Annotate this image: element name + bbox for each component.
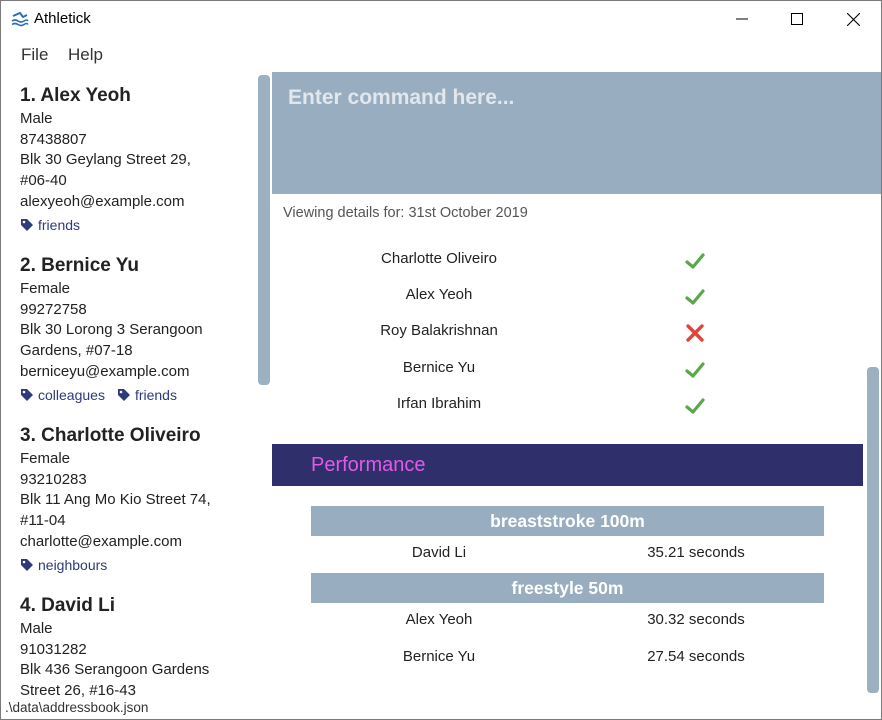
status-bar: .\data\addressbook.json bbox=[1, 698, 881, 719]
performance-title: Performance bbox=[311, 454, 426, 476]
person-address-line2: Street 26, #16-43 bbox=[20, 682, 136, 697]
attendance-row: Bernice Yu bbox=[272, 354, 862, 384]
attendance-name: Irfan Ibrahim bbox=[396, 395, 482, 412]
close-icon bbox=[846, 12, 860, 26]
viewing-details-label: Viewing details for: 31st October 2019 bbox=[283, 205, 528, 221]
person-gender: Male bbox=[20, 110, 53, 127]
result-time: 30.32 seconds bbox=[647, 611, 745, 628]
menu-file[interactable]: File bbox=[21, 45, 48, 65]
person-address-line1: Blk 436 Serangoon Gardens bbox=[20, 661, 210, 679]
command-input[interactable]: Enter command here... bbox=[288, 86, 514, 110]
attendance-row: Irfan Ibrahim bbox=[272, 390, 862, 420]
person-phone: 93210283 bbox=[20, 470, 87, 488]
window-title: Athletick bbox=[34, 10, 91, 27]
tag-icon bbox=[21, 558, 33, 571]
app-window: Athletick File Help 1. Alex Yeoh Male 87… bbox=[0, 0, 882, 720]
tag: friends bbox=[20, 217, 80, 233]
tag-icon bbox=[117, 388, 130, 401]
tag-icon bbox=[21, 388, 33, 401]
tag-label: neighbours bbox=[38, 556, 108, 573]
person-list[interactable]: 1. Alex Yeoh Male 87438807 Blk 30 Geylan… bbox=[1, 73, 256, 697]
result-time: 27.54 seconds bbox=[647, 648, 745, 665]
person-address-line2: Gardens, #07-18 bbox=[20, 342, 133, 360]
attendance-row: Charlotte Oliveiro bbox=[272, 245, 862, 275]
result-name: Bernice Yu bbox=[402, 648, 476, 665]
check-icon bbox=[685, 362, 705, 378]
minimize-icon bbox=[736, 18, 748, 20]
person-card[interactable]: 2. Bernice Yu Female 99272758 Blk 30 Lor… bbox=[20, 253, 250, 404]
result-row: David Li 35.21 seconds bbox=[272, 539, 862, 569]
person-tags: colleagues friends bbox=[20, 386, 250, 404]
person-gender: Female bbox=[20, 450, 71, 467]
person-card[interactable]: 3. Charlotte Oliveiro Female 93210283 Bl… bbox=[20, 423, 250, 574]
maximize-icon bbox=[791, 13, 803, 25]
event-header: breaststroke 100m bbox=[311, 506, 824, 536]
attendance-name: Roy Balakrishnan bbox=[380, 322, 498, 339]
attendance-name: Alex Yeoh bbox=[405, 286, 473, 303]
attendance-name: Charlotte Oliveiro bbox=[381, 250, 497, 267]
check-icon bbox=[685, 398, 705, 414]
person-name: 4. David Li bbox=[20, 595, 116, 616]
attendance-name: Bernice Yu bbox=[402, 359, 476, 376]
person-name: 1. Alex Yeoh bbox=[20, 85, 131, 106]
cross-icon bbox=[686, 324, 704, 342]
attendance-row: Alex Yeoh bbox=[272, 281, 862, 311]
result-time: 35.21 seconds bbox=[647, 544, 745, 561]
result-name: David Li bbox=[411, 544, 467, 561]
person-phone: 91031282 bbox=[20, 640, 87, 658]
check-icon bbox=[685, 253, 705, 269]
tag-icon bbox=[21, 218, 33, 231]
minimize-button[interactable] bbox=[714, 1, 770, 37]
result-name: Alex Yeoh bbox=[405, 611, 473, 628]
person-gender: Female bbox=[20, 280, 71, 297]
menu-help[interactable]: Help bbox=[68, 45, 103, 65]
menu-bar: File Help bbox=[1, 39, 881, 71]
result-row: Alex Yeoh 30.32 seconds bbox=[272, 606, 862, 636]
detail-pane-scrollbar[interactable] bbox=[867, 367, 879, 693]
person-address-line1: Blk 11 Ang Mo Kio Street 74, bbox=[20, 491, 211, 509]
detail-pane: Viewing details for: 31st October 2019 C… bbox=[272, 194, 881, 694]
person-address-line2: #06-40 bbox=[20, 172, 67, 190]
person-address-line2: #11-04 bbox=[20, 512, 66, 530]
person-address-line1: Blk 30 Lorong 3 Serangoon bbox=[20, 321, 203, 339]
tag-label: colleagues bbox=[38, 386, 105, 403]
person-phone: 99272758 bbox=[20, 300, 87, 318]
event-header: freestyle 50m bbox=[311, 573, 824, 603]
person-email: berniceyu@example.com bbox=[20, 362, 190, 380]
person-tags: friends bbox=[20, 216, 250, 234]
tag-label: friends bbox=[38, 216, 81, 233]
athletick-swimmer-icon bbox=[11, 11, 29, 27]
person-email: alexyeoh@example.com bbox=[20, 192, 185, 210]
event-name: breaststroke 100m bbox=[490, 511, 645, 531]
result-row: Bernice Yu 27.54 seconds bbox=[272, 643, 862, 673]
title-bar: Athletick bbox=[1, 1, 881, 37]
event-name: freestyle 50m bbox=[511, 578, 624, 598]
command-box[interactable]: Enter command here... bbox=[272, 72, 881, 194]
close-button[interactable] bbox=[825, 1, 881, 37]
maximize-button[interactable] bbox=[769, 1, 825, 37]
person-card[interactable]: 1. Alex Yeoh Male 87438807 Blk 30 Geylan… bbox=[20, 83, 250, 234]
attendance-row: Roy Balakrishnan bbox=[272, 317, 862, 347]
check-icon bbox=[685, 289, 705, 305]
person-phone: 87438807 bbox=[20, 130, 87, 148]
person-name: 3. Charlotte Oliveiro bbox=[20, 425, 201, 446]
tag: friends bbox=[117, 387, 177, 403]
tag: colleagues bbox=[20, 387, 105, 403]
tag: neighbours bbox=[20, 557, 107, 573]
person-tags: neighbours bbox=[20, 556, 250, 574]
performance-header: Performance bbox=[272, 444, 863, 486]
person-email: charlotte@example.com bbox=[20, 532, 182, 550]
person-gender: Male bbox=[20, 620, 53, 637]
person-name: 2. Bernice Yu bbox=[20, 255, 139, 276]
status-file-path: .\data\addressbook.json bbox=[5, 700, 149, 715]
person-card[interactable]: 4. David Li Male 91031282 Blk 436 Serang… bbox=[20, 593, 250, 697]
tag-label: friends bbox=[134, 386, 177, 403]
person-list-scrollbar[interactable] bbox=[258, 75, 270, 385]
person-address-line1: Blk 30 Geylang Street 29, bbox=[20, 151, 191, 169]
